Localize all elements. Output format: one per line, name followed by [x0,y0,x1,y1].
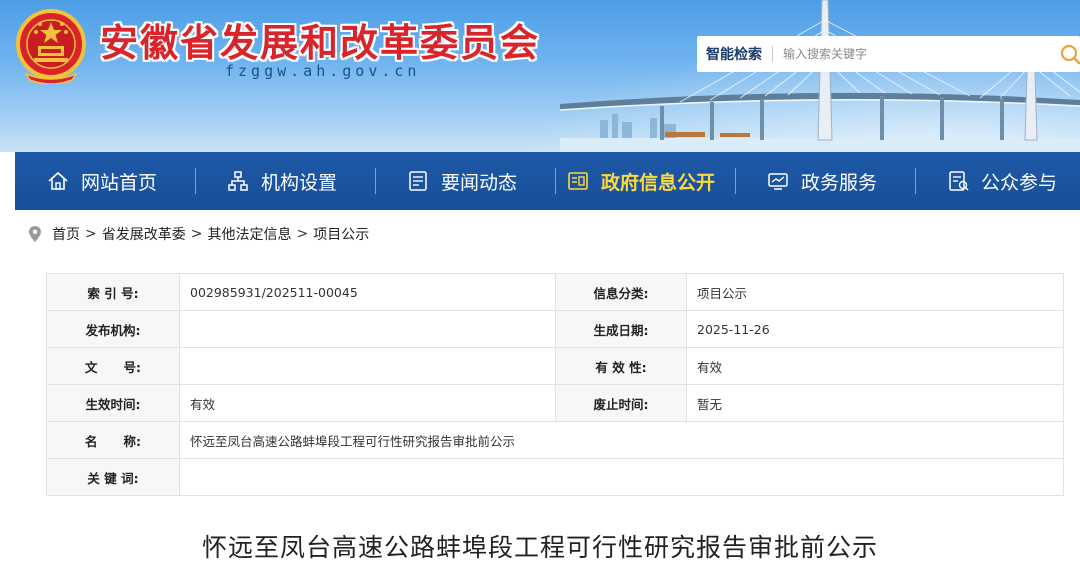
table-row: 发布机构: 生成日期: 2025-11-26 [46,310,1064,348]
header-banner: 安徽省发展和改革委员会 fzggw.ah.gov.cn 智能检索 [0,0,1080,152]
keywords-value [179,458,1064,496]
site-title: 安徽省发展和改革委员会 [100,20,541,65]
index-no-value: 002985931/202511-00045 [179,273,556,311]
name-value: 怀远至凤台高速公路蚌埠段工程可行性研究报告审批前公示 [179,421,1064,459]
main-nav: 网站首页 机构设置 要闻动态 政府信息公开 政务服务 公众参与 [15,152,1080,210]
nav-label: 政务服务 [801,171,878,194]
expiry-date-value: 暂无 [686,384,1064,422]
table-row: 生效时间: 有效 废止时间: 暂无 [46,384,1064,422]
effective-date-value: 有效 [179,384,556,422]
table-row: 索 引 号: 002985931/202511-00045 信息分类: 项目公示 [46,273,1064,311]
created-date-label: 生成日期: [555,310,687,348]
breadcrumb-commission[interactable]: 省发展改革委 [102,224,186,244]
search-box: 智能检索 [697,36,1080,72]
nav-label: 政府信息公开 [601,171,716,194]
breadcrumb-other-info[interactable]: 其他法定信息 [207,224,291,244]
name-label: 名 称: [46,421,180,459]
search-separator [772,46,773,62]
nav-label: 要闻动态 [441,171,518,194]
article-title: 怀远至凤台高速公路蚌埠段工程可行性研究报告审批前公示 [201,533,878,562]
nav-separator [555,168,556,194]
table-row: 关 键 词: [46,458,1064,496]
breadcrumb-project-notice[interactable]: 项目公示 [313,224,369,244]
publisher-value [179,310,556,348]
effective-date-label: 生效时间: [46,384,180,422]
nav-separator [195,168,196,194]
nav-item-participation[interactable]: 公众参与 [947,152,1057,210]
breadcrumb-separator: > [85,226,97,242]
nav-separator [375,168,376,194]
nav-item-organization[interactable]: 机构设置 [227,152,337,210]
validity-value: 有效 [686,347,1064,385]
nav-item-services[interactable]: 政务服务 [767,152,877,210]
nav-item-news[interactable]: 要闻动态 [407,152,517,210]
nav-label: 公众参与 [981,171,1058,194]
nav-label: 机构设置 [261,171,338,194]
created-date-value: 2025-11-26 [686,310,1064,348]
doc-no-label: 文 号: [46,347,180,385]
nav-separator [915,168,916,194]
service-icon [768,173,788,190]
nav-item-home[interactable]: 网站首页 [47,152,157,210]
location-pin-icon [29,226,41,242]
participation-icon [949,171,969,191]
nav-label: 网站首页 [81,171,158,194]
bridge-illustration [560,0,1080,152]
info-disclosure-icon [568,172,588,190]
doc-no-value [179,347,556,385]
validity-label: 有 效 性: [555,347,687,385]
news-icon [409,171,427,191]
breadcrumb-home[interactable]: 首页 [52,224,80,244]
document-info-table: 索 引 号: 002985931/202511-00045 信息分类: 项目公示… [46,273,1064,496]
publisher-label: 发布机构: [46,310,180,348]
category-label: 信息分类: [555,273,687,311]
breadcrumb-separator: > [190,226,203,242]
breadcrumb-separator: > [296,226,309,242]
site-domain: fzggw.ah.gov.cn [225,62,421,80]
breadcrumb: 首页 > 省发展改革委 > 其他法定信息 > 项目公示 [28,224,369,244]
search-input[interactable] [783,39,1023,69]
search-icon[interactable] [1056,42,1080,66]
nav-item-info-disclosure[interactable]: 政府信息公开 [567,152,715,210]
nav-separator [735,168,736,194]
category-value: 项目公示 [686,273,1064,311]
expiry-date-label: 废止时间: [555,384,687,422]
table-row: 名 称: 怀远至凤台高速公路蚌埠段工程可行性研究报告审批前公示 [46,421,1064,459]
national-emblem-icon [16,9,86,84]
index-no-label: 索 引 号: [46,273,180,311]
search-label[interactable]: 智能检索 [697,44,762,64]
org-chart-icon [228,171,248,191]
table-row: 文 号: 有 效 性: 有效 [46,347,1064,385]
home-icon [48,171,68,190]
keywords-label: 关 键 词: [46,458,180,496]
